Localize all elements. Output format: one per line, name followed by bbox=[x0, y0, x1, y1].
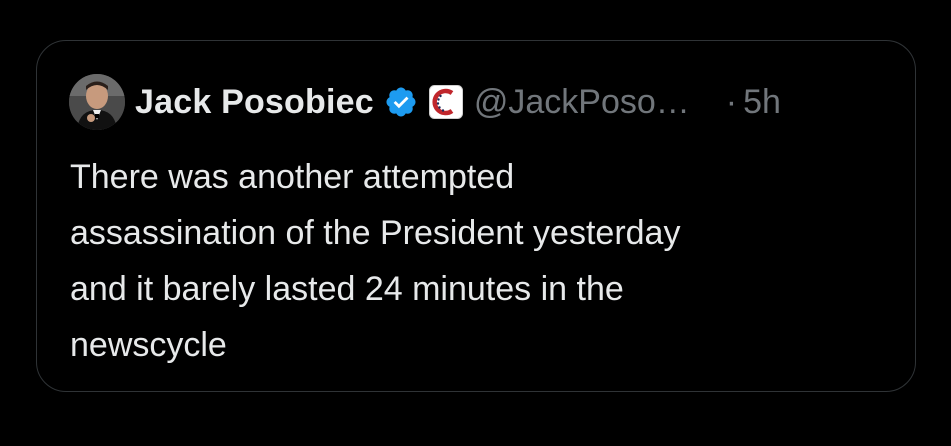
quoted-tweet-card[interactable]: Jack Posobiec @JackPoso… · 5h There was … bbox=[36, 40, 916, 392]
author-name[interactable]: Jack Posobiec bbox=[135, 83, 374, 122]
avatar-image bbox=[69, 74, 125, 130]
tweet-header: Jack Posobiec @JackPoso… · 5h bbox=[69, 73, 781, 131]
tweet-timestamp[interactable]: 5h bbox=[743, 83, 781, 122]
verified-badge-icon[interactable] bbox=[384, 85, 418, 119]
affiliate-badge-icon[interactable] bbox=[428, 84, 464, 120]
tweet-text: There was another attempted assassinatio… bbox=[70, 158, 681, 364]
separator-dot: · bbox=[725, 82, 738, 121]
avatar[interactable] bbox=[69, 74, 125, 130]
author-handle[interactable]: @JackPoso… bbox=[474, 83, 690, 122]
page: Jack Posobiec @JackPoso… · 5h There was … bbox=[0, 0, 951, 446]
